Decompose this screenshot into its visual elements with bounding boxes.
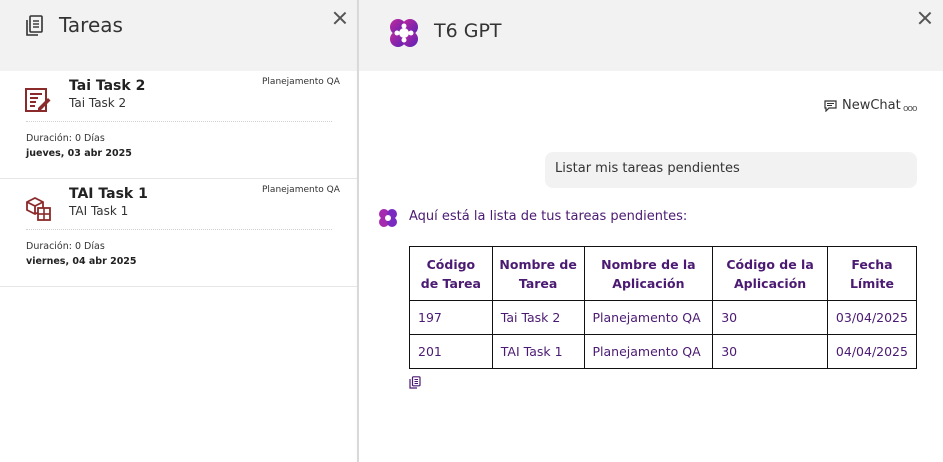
task-subtitle: Tai Task 2 <box>69 96 127 110</box>
table-cell: 04/04/2025 <box>826 334 918 369</box>
copy-icon[interactable] <box>409 376 421 389</box>
table-cell: 30 <box>712 300 828 335</box>
task-duration: Duración: 0 Días <box>26 133 105 144</box>
table-cell: 30 <box>712 334 828 369</box>
app-root: Tareas Tai Task 2 Tai Task 2 Planejament… <box>0 0 943 462</box>
user-message: Listar mis tareas pendientes <box>545 152 917 188</box>
tasks-panel: Tareas Tai Task 2 Tai Task 2 Planejament… <box>0 0 358 462</box>
chat-bubble-icon <box>824 99 837 112</box>
table-header-cell: Fecha Límite <box>826 246 918 301</box>
cubes-icon <box>26 196 51 221</box>
edit-form-icon <box>25 88 51 112</box>
task-app: Planejamento QA <box>262 77 340 87</box>
more-options-button[interactable]: ooo <box>903 104 917 114</box>
bot-avatar-icon <box>379 209 397 227</box>
tasks-table: Código de Tarea Nombre de Tarea Nombre d… <box>409 246 918 369</box>
table-header-row: Código de Tarea Nombre de Tarea Nombre d… <box>409 246 918 301</box>
t6-gpt-logo-icon <box>390 19 418 47</box>
table-row: 201 TAI Task 1 Planejamento QA 30 04/04/… <box>409 334 918 369</box>
task-card[interactable]: Tai Task 2 Tai Task 2 Planejamento QA Du… <box>0 71 358 179</box>
new-chat-button[interactable]: NewChat <box>824 98 901 113</box>
task-separator <box>26 229 332 230</box>
table-header-cell: Nombre de la Aplicación <box>583 246 714 301</box>
bot-message: Aquí está la lista de tus tareas pendien… <box>409 209 688 224</box>
table-cell: Planejamento QA <box>583 300 714 335</box>
task-duration: Duración: 0 Días <box>26 241 105 252</box>
task-app: Planejamento QA <box>262 185 340 195</box>
table-header-cell: Nombre de Tarea <box>491 246 585 301</box>
chat-panel: T6 GPT NewChat ooo Listar mis tareas pen… <box>359 0 943 462</box>
chat-title: T6 GPT <box>434 20 502 42</box>
table-cell: TAI Task 1 <box>491 334 585 369</box>
task-card[interactable]: TAI Task 1 TAI Task 1 Planejamento QA Du… <box>0 179 358 287</box>
table-cell: Planejamento QA <box>583 334 714 369</box>
table-cell: 201 <box>409 334 493 369</box>
task-separator <box>26 121 332 122</box>
task-date: jueves, 03 abr 2025 <box>26 148 132 159</box>
table-row: 197 Tai Task 2 Planejamento QA 30 03/04/… <box>409 300 918 335</box>
close-chat-icon[interactable] <box>918 11 932 25</box>
table-header-cell: Código de la Aplicación <box>712 246 828 301</box>
table-cell: 197 <box>409 300 493 335</box>
task-date: viernes, 04 abr 2025 <box>26 256 137 267</box>
chat-header: T6 GPT <box>359 0 943 71</box>
new-chat-label: NewChat <box>842 98 901 113</box>
task-title: TAI Task 1 <box>69 186 148 202</box>
table-cell: Tai Task 2 <box>491 300 585 335</box>
task-subtitle: TAI Task 1 <box>69 204 129 218</box>
tasks-header: Tareas <box>0 0 358 71</box>
task-title: Tai Task 2 <box>69 78 146 94</box>
tasks-title: Tareas <box>59 13 123 37</box>
table-header-cell: Código de Tarea <box>409 246 493 301</box>
close-tasks-icon[interactable] <box>333 11 347 25</box>
table-cell: 03/04/2025 <box>826 300 918 335</box>
documents-icon <box>26 15 43 36</box>
